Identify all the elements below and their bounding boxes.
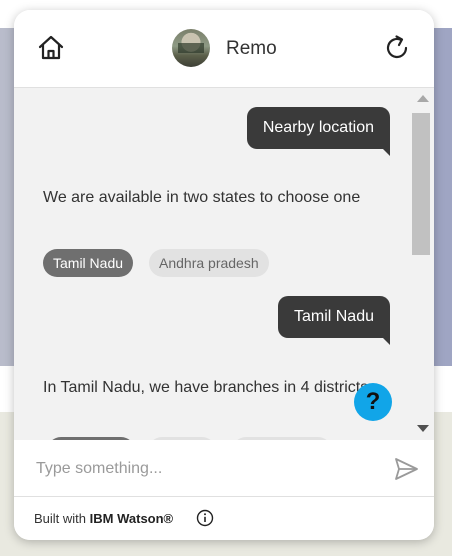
message-scrollbar[interactable]: [410, 88, 434, 440]
home-icon: [38, 35, 64, 60]
user-message: Nearby location: [246, 107, 391, 156]
message-input[interactable]: [34, 453, 378, 485]
bot-name: Remo: [226, 38, 277, 59]
refresh-button[interactable]: [382, 33, 412, 63]
chat-header: Remo: [14, 10, 434, 88]
option-chip-andhra-pradesh[interactable]: Andhra pradesh: [149, 249, 269, 277]
brand-name: IBM Watson®: [89, 511, 174, 526]
option-chip[interactable]: [47, 437, 135, 440]
info-icon: [196, 509, 214, 527]
bot-avatar: [172, 29, 210, 67]
page-background-edge: [452, 0, 466, 556]
message-input-area: [14, 441, 434, 497]
info-button[interactable]: [196, 509, 214, 527]
send-button[interactable]: [392, 455, 420, 483]
refresh-icon: [386, 35, 408, 59]
bot-message: We are available in two states to choose…: [43, 189, 361, 206]
scroll-up-arrow[interactable]: [417, 95, 429, 102]
built-with-text: Built with: [34, 511, 87, 526]
help-button[interactable]: ?: [354, 383, 392, 421]
home-button[interactable]: [36, 33, 66, 63]
chat-footer: Built with IBM Watson®: [14, 497, 434, 540]
bot-message: In Tamil Nadu, we have branches in 4 dis…: [43, 379, 369, 396]
option-chip[interactable]: [232, 437, 332, 440]
option-chip-tamil-nadu[interactable]: Tamil Nadu: [43, 249, 134, 277]
scroll-down-arrow[interactable]: [417, 425, 429, 432]
user-message: Tamil Nadu: [277, 296, 391, 345]
built-with-label: Built with IBM Watson®: [34, 511, 173, 526]
chat-widget: Remo Nearby location We are available in…: [14, 10, 434, 540]
scroll-thumb[interactable]: [412, 113, 430, 255]
message-list: Nearby location We are available in two …: [14, 88, 410, 440]
send-icon: [395, 458, 418, 480]
option-chip[interactable]: [148, 437, 216, 440]
